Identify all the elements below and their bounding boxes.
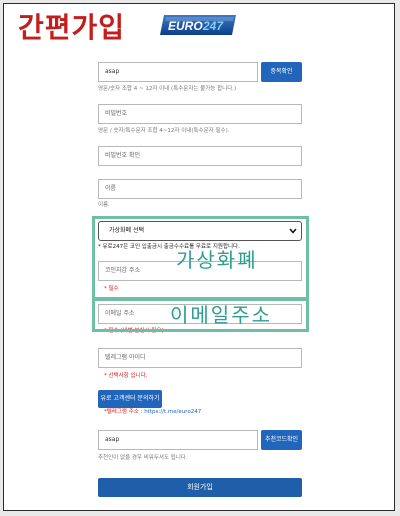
logo-text: EURO	[168, 19, 203, 33]
name-help: 이름.	[98, 202, 110, 208]
password-confirm-input[interactable]: 비밀번호 확인	[98, 146, 302, 166]
email-required-note: * 필수 (비번 분실시 필요).	[104, 328, 166, 334]
signup-submit-button[interactable]: 회원가입	[98, 478, 302, 497]
telegram-optional-note: * 선택사항 입니다.	[104, 373, 148, 379]
currency-selected-value: 가상화폐 선택	[109, 227, 145, 234]
logo-number: 247	[202, 19, 224, 33]
currency-select[interactable]: 가상화폐 선택	[98, 221, 302, 241]
telegram-link-url[interactable]: https://t.me/euro247	[144, 409, 201, 415]
support-contact-button[interactable]: 유로 고객센터 문의하기	[98, 390, 162, 408]
telegram-id-input[interactable]: 텔레그램 아이디	[98, 348, 302, 368]
currency-annotation-label: 가상화폐	[176, 248, 258, 272]
telegram-link-line: *텔레그램 주소 : https://t.me/euro247	[104, 408, 201, 416]
user-id-help: 영문/숫자 조합 4 ~ 12자 이내 (특수문자는 불가능 합니다.)	[98, 86, 237, 92]
referral-code-input[interactable]: asap	[98, 430, 258, 450]
password-input[interactable]: 비밀번호	[98, 104, 302, 124]
name-input[interactable]: 이름	[98, 179, 302, 199]
wallet-required-note: * 필수	[104, 286, 119, 292]
password-help: 영문 / 숫자/특수문자 조합 4~12자 이내(특수문자 필수).	[98, 128, 230, 134]
duplicate-check-button[interactable]: 중복확인	[261, 62, 302, 82]
referral-help: 추천인이 없을 경우 비워두셔도 됩니다.	[98, 455, 188, 461]
email-annotation-label: 이메일주소	[170, 303, 272, 327]
referral-check-button[interactable]: 추천코드확인	[261, 430, 302, 450]
euro247-logo: EURO 247	[160, 15, 236, 35]
user-id-input[interactable]: asap	[98, 62, 258, 82]
telegram-link-label: *텔레그램 주소 :	[104, 409, 145, 415]
page-title: 간편가입	[18, 11, 126, 44]
chevron-down-icon	[289, 228, 297, 234]
